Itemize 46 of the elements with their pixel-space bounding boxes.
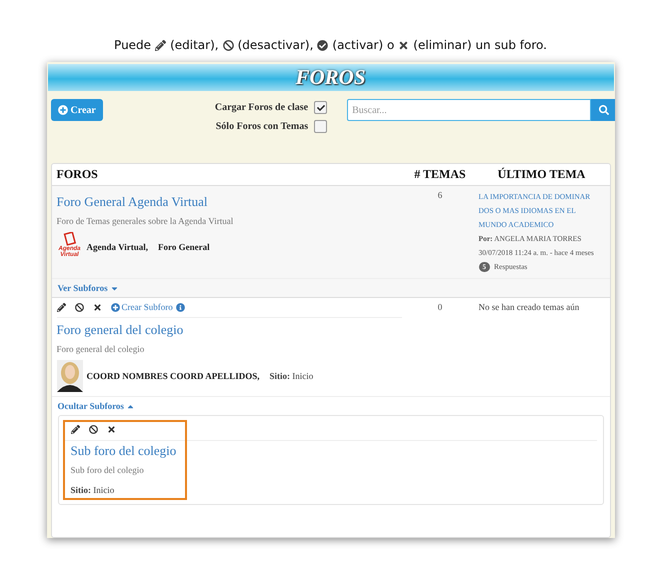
subforum-description: Sub foro del colegio — [70, 465, 145, 475]
close-icon[interactable] — [106, 425, 116, 434]
column-header: FOROS — [56, 167, 99, 182]
filter-label: Cargar Foros de clase — [214, 102, 308, 113]
check-icon — [316, 104, 325, 112]
search-icon — [599, 105, 610, 115]
page-title: FOROS — [295, 65, 366, 90]
plus-icon — [58, 105, 68, 115]
create-subforum-link[interactable]: Crear Subforo — [110, 302, 173, 312]
topic-count: 6 — [436, 190, 444, 202]
pencil-icon[interactable] — [70, 425, 80, 434]
pencil-icon[interactable] — [56, 302, 66, 312]
info-icon[interactable] — [176, 302, 185, 312]
plus-icon — [110, 302, 120, 312]
owner-name: Agenda Virtual, — [86, 242, 148, 252]
caption-text: Puede — [114, 38, 152, 52]
ban-icon[interactable] — [74, 302, 84, 312]
search-button[interactable] — [591, 99, 614, 121]
filter-label: Sólo Foros con Temas — [216, 121, 308, 132]
subforum-title[interactable]: Sub foro del colegio — [70, 443, 178, 459]
pencil-icon — [155, 40, 166, 50]
caption-text: (desactivar), — [238, 38, 314, 52]
forum-description: Foro de Temas generales sobre la Agenda Virtual — [56, 216, 234, 226]
forum-title[interactable]: Foro general del colegio — [56, 322, 402, 338]
caption-text: (eliminar) un sub foro. — [413, 38, 547, 52]
owner-name: COORD NOMBRES COORD APELLIDOS, — [86, 371, 260, 381]
ban-icon — [222, 40, 234, 50]
site-info: Sitio: Inicio — [70, 485, 116, 495]
column-header: # TEMAS — [413, 167, 467, 182]
close-icon — [398, 40, 410, 50]
subforums-toggle[interactable]: Ver Subforos — [52, 278, 610, 297]
forum-title[interactable]: Foro General Agenda Virtual — [56, 194, 402, 210]
create-button[interactable]: Crear — [50, 99, 103, 121]
site-info: Sitio: Inicio — [270, 371, 314, 381]
column-header: ÚLTIMO TEMA — [496, 167, 586, 182]
caption-text: (activar) o — [332, 38, 394, 52]
forum-description: Foro general del colegio — [56, 344, 146, 354]
search-field[interactable]: Buscar... — [347, 99, 592, 121]
checkbox[interactable] — [314, 120, 328, 133]
topic-count: 0 — [436, 302, 444, 314]
caption-text: (editar), — [170, 38, 219, 52]
close-icon[interactable] — [92, 302, 102, 312]
no-topics-message: No se han creado temas aún — [478, 302, 580, 314]
ban-icon[interactable] — [88, 425, 98, 434]
checkbox[interactable] — [314, 101, 328, 114]
forum-category: Foro General — [158, 242, 210, 252]
